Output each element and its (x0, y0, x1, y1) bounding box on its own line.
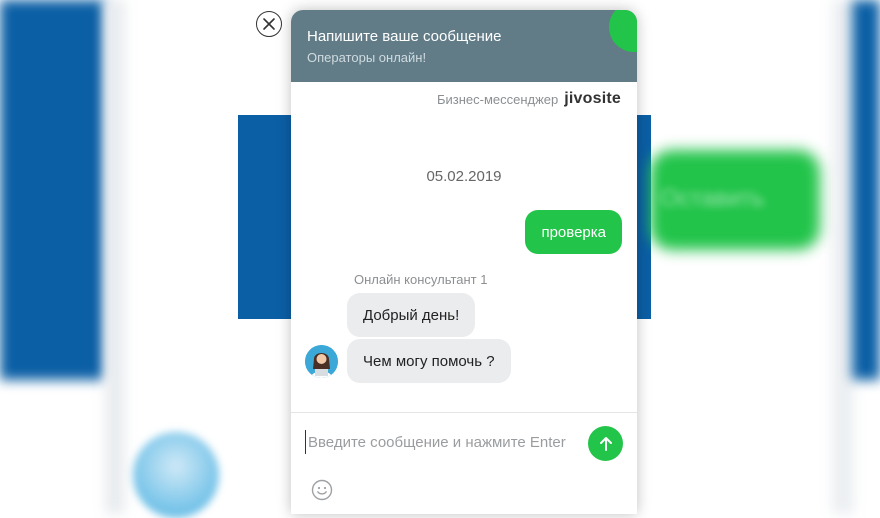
background-strip-right (832, 0, 854, 514)
smiley-icon (311, 479, 333, 501)
message-input[interactable] (305, 430, 580, 454)
visitor-message-bubble: проверка (525, 210, 622, 254)
background-panel-right (852, 0, 880, 380)
close-icon (263, 18, 275, 30)
chat-header-status: Операторы онлайн! (307, 50, 427, 65)
chat-window: Напишите ваше сообщение Операторы онлайн… (291, 10, 637, 514)
chat-header-title: Напишите ваше сообщение (307, 28, 502, 45)
send-arrow-icon (599, 436, 612, 451)
agent-name: Онлайн консультант 1 (354, 272, 488, 287)
agent-message-bubble: Чем могу помочь ? (347, 339, 511, 383)
agent-avatar-icon (305, 345, 338, 378)
conversation-date: 05.02.2019 (426, 168, 502, 185)
background-strip-left (105, 0, 125, 514)
brand-tagline: Бизнес-мессенджер (436, 91, 559, 107)
brand-row[interactable]: Бизнес-мессенджер jivosite (437, 90, 621, 108)
jivosite-logo: jivosite (564, 90, 621, 107)
background-avatar (133, 432, 219, 518)
background-cta-label: Оставить (660, 185, 765, 212)
header-corner-badge (609, 10, 637, 52)
chat-header: Напишите ваше сообщение Операторы онлайн… (291, 10, 637, 82)
input-divider (291, 412, 637, 413)
close-chat-button[interactable] (256, 11, 282, 37)
emoji-button[interactable] (311, 479, 333, 501)
send-button[interactable] (588, 426, 623, 461)
background-panel-left (0, 0, 105, 380)
agent-message-bubble: Добрый день! (347, 293, 476, 337)
